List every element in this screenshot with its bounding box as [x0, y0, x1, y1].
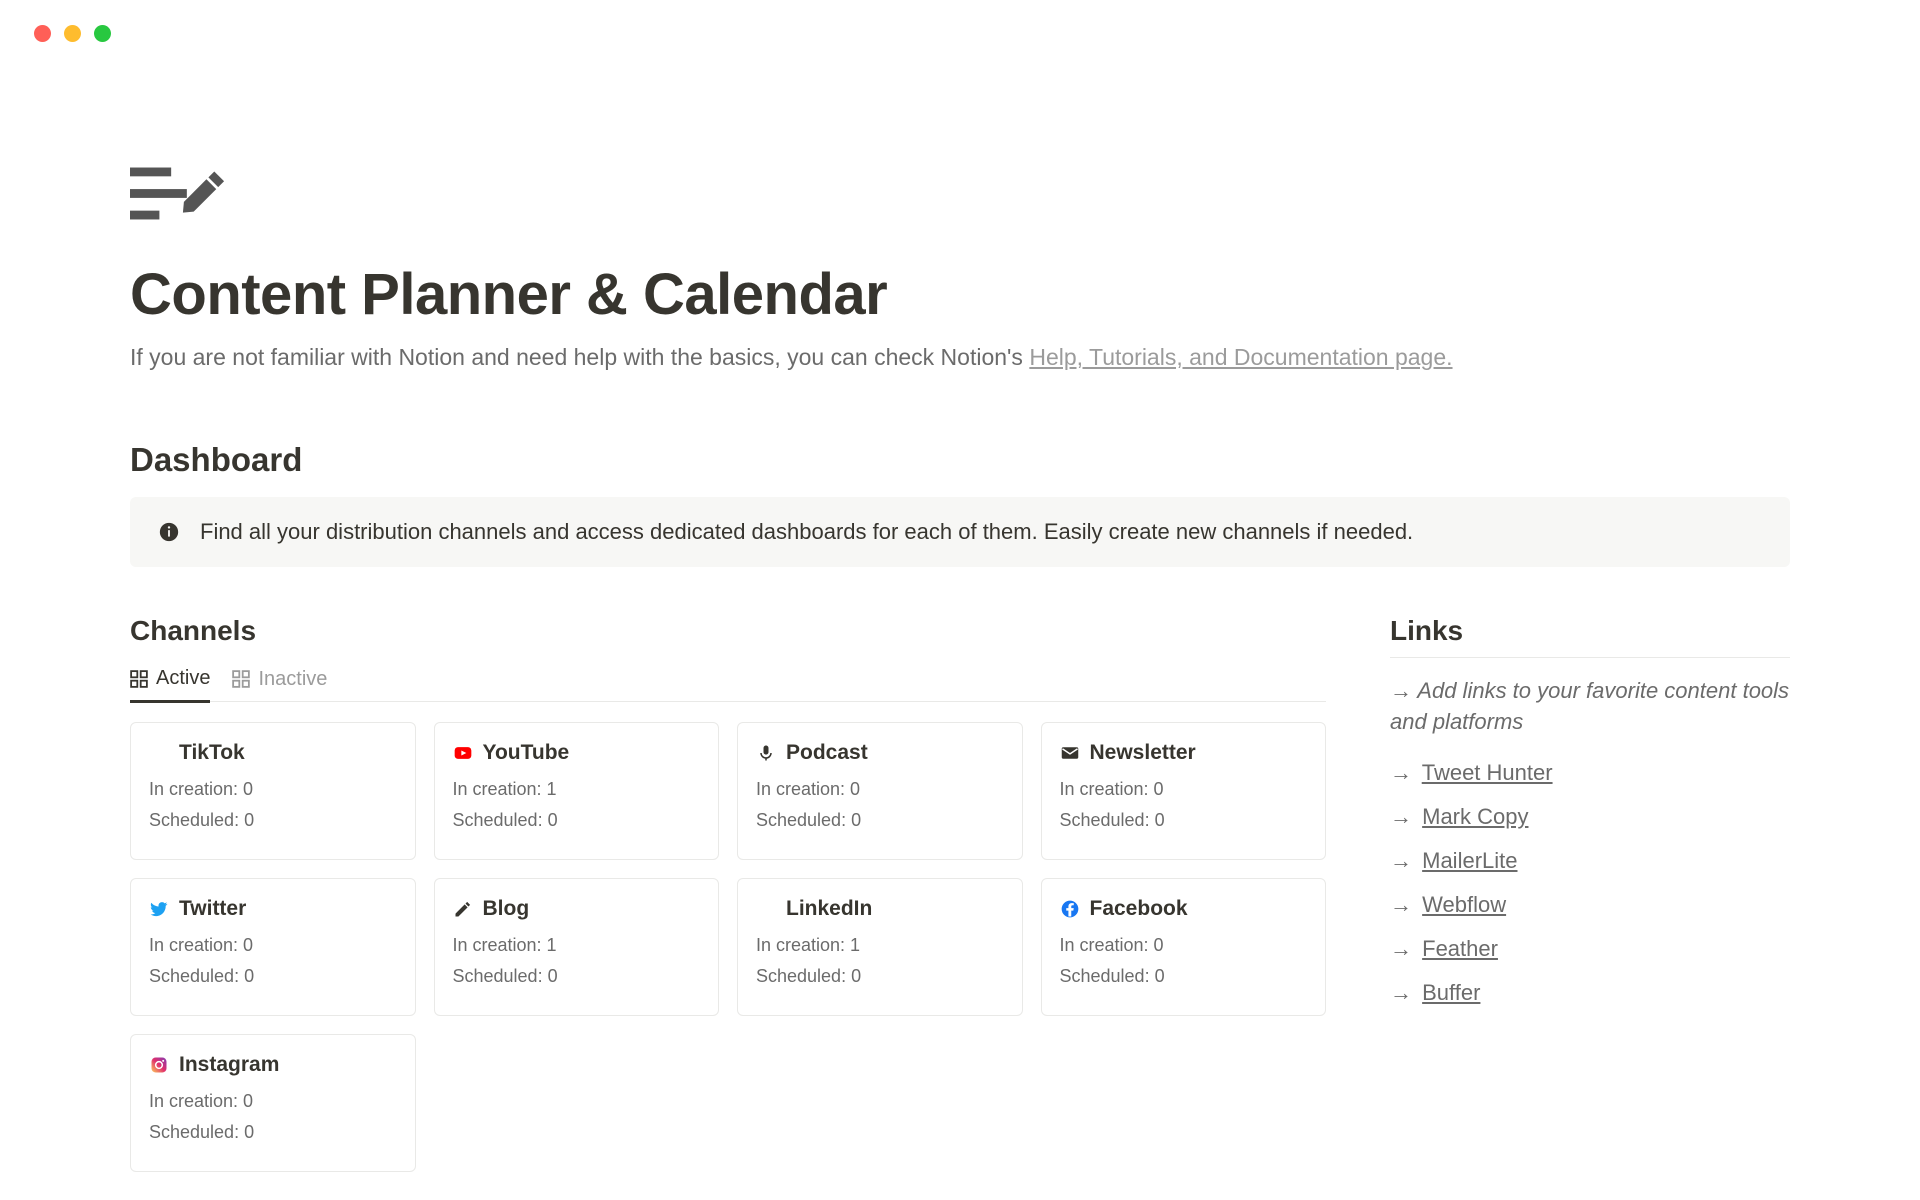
tab-active[interactable]: Active [130, 667, 210, 703]
maximize-window-button[interactable] [94, 25, 111, 42]
link-label: Mark Copy [1422, 804, 1528, 829]
channel-card-blog[interactable]: Blog In creation: 1 Scheduled: 0 [434, 878, 720, 1016]
linkedin-icon [756, 899, 776, 919]
channels-grid: TikTok In creation: 0 Scheduled: 0 YouTu… [130, 722, 1326, 1172]
channel-card-facebook[interactable]: Facebook In creation: 0 Scheduled: 0 [1041, 878, 1327, 1016]
minimize-window-button[interactable] [64, 25, 81, 42]
channels-heading: Channels [130, 615, 1326, 647]
links-heading: Links [1390, 615, 1790, 647]
scheduled-stat: Scheduled: 0 [149, 1122, 397, 1143]
scheduled-stat: Scheduled: 0 [453, 966, 701, 987]
help-link[interactable]: Help, Tutorials, and Documentation page. [1029, 344, 1452, 370]
twitter-icon [149, 899, 169, 919]
in-creation-stat: In creation: 1 [453, 779, 701, 800]
help-text: If you are not familiar with Notion and … [130, 344, 1790, 371]
mic-icon [756, 743, 776, 763]
link-label: Webflow [1422, 892, 1506, 917]
channel-name: Newsletter [1090, 741, 1196, 765]
scheduled-stat: Scheduled: 0 [1060, 810, 1308, 831]
page-icon [130, 162, 1790, 239]
links-help: → Add links to your favorite content too… [1390, 676, 1790, 738]
pencil-icon [453, 899, 473, 919]
channel-card-tiktok[interactable]: TikTok In creation: 0 Scheduled: 0 [130, 722, 416, 860]
channel-name: YouTube [483, 741, 570, 765]
grid-icon [232, 670, 250, 688]
dashboard-heading: Dashboard [130, 441, 1790, 479]
dashboard-callout: Find all your distribution channels and … [130, 497, 1790, 567]
link-item[interactable]: → MailerLite [1390, 848, 1790, 874]
link-item[interactable]: → Feather [1390, 936, 1790, 962]
tab-inactive[interactable]: Inactive [232, 667, 327, 701]
page-title: Content Planner & Calendar [130, 261, 1790, 328]
in-creation-stat: In creation: 0 [149, 779, 397, 800]
channel-card-instagram[interactable]: Instagram In creation: 0 Scheduled: 0 [130, 1034, 416, 1172]
link-label: MailerLite [1422, 848, 1517, 873]
link-label: Tweet Hunter [1422, 760, 1553, 785]
in-creation-stat: In creation: 0 [149, 935, 397, 956]
youtube-icon [453, 743, 473, 763]
link-item[interactable]: → Tweet Hunter [1390, 760, 1790, 786]
mail-icon [1060, 743, 1080, 763]
channel-card-podcast[interactable]: Podcast In creation: 0 Scheduled: 0 [737, 722, 1023, 860]
link-label: Feather [1422, 936, 1498, 961]
in-creation-stat: In creation: 0 [1060, 935, 1308, 956]
grid-icon [130, 670, 148, 688]
divider [1390, 657, 1790, 658]
channel-name: Facebook [1090, 897, 1188, 921]
instagram-icon [149, 1055, 169, 1075]
links-list: → Tweet Hunter → Mark Copy → MailerLite → W… [1390, 760, 1790, 1006]
channel-name: LinkedIn [786, 897, 872, 921]
link-item[interactable]: → Buffer [1390, 980, 1790, 1006]
channel-name: Instagram [179, 1053, 279, 1077]
channel-name: Podcast [786, 741, 868, 765]
channel-name: TikTok [179, 741, 245, 765]
in-creation-stat: In creation: 0 [1060, 779, 1308, 800]
channel-card-linkedin[interactable]: LinkedIn In creation: 1 Scheduled: 0 [737, 878, 1023, 1016]
in-creation-stat: In creation: 1 [756, 935, 1004, 956]
window-controls [0, 0, 1920, 42]
in-creation-stat: In creation: 0 [756, 779, 1004, 800]
link-item[interactable]: → Mark Copy [1390, 804, 1790, 830]
info-icon [158, 521, 180, 543]
link-item[interactable]: → Webflow [1390, 892, 1790, 918]
channels-tabs: Active Inactive [130, 667, 1326, 702]
scheduled-stat: Scheduled: 0 [149, 966, 397, 987]
channel-name: Twitter [179, 897, 246, 921]
scheduled-stat: Scheduled: 0 [453, 810, 701, 831]
scheduled-stat: Scheduled: 0 [149, 810, 397, 831]
close-window-button[interactable] [34, 25, 51, 42]
scheduled-stat: Scheduled: 0 [756, 810, 1004, 831]
callout-text: Find all your distribution channels and … [200, 519, 1413, 545]
link-label: Buffer [1422, 980, 1480, 1005]
in-creation-stat: In creation: 1 [453, 935, 701, 956]
channel-card-twitter[interactable]: Twitter In creation: 0 Scheduled: 0 [130, 878, 416, 1016]
tiktok-icon [149, 743, 169, 763]
channel-card-youtube[interactable]: YouTube In creation: 1 Scheduled: 0 [434, 722, 720, 860]
scheduled-stat: Scheduled: 0 [756, 966, 1004, 987]
scheduled-stat: Scheduled: 0 [1060, 966, 1308, 987]
facebook-icon [1060, 899, 1080, 919]
in-creation-stat: In creation: 0 [149, 1091, 397, 1112]
channel-card-newsletter[interactable]: Newsletter In creation: 0 Scheduled: 0 [1041, 722, 1327, 860]
channel-name: Blog [483, 897, 530, 921]
